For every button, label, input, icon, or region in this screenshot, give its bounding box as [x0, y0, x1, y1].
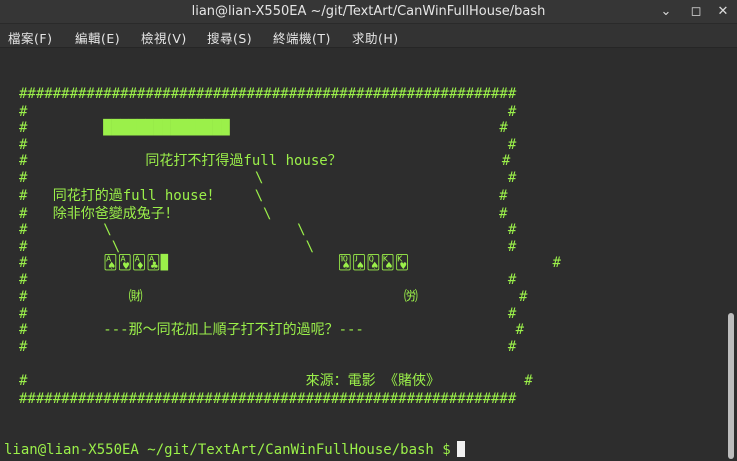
shell-prompt[interactable]: lian@lian-X550EA ~/git/TextArt/CanWinFul…	[4, 441, 465, 459]
menu-edit[interactable]: 編輯(E)	[75, 28, 120, 47]
menu-view[interactable]: 檢視(V)	[141, 28, 187, 47]
art-line: # 來源：電影 《賭俠》 #	[19, 373, 533, 389]
art-line: ########################################…	[19, 391, 517, 407]
prompt-text: lian@lian-X550EA ~/git/TextArt/CanWinFul…	[4, 442, 451, 458]
art-line: # #	[19, 339, 517, 355]
menu-bar: 檔案(F) 編輯(E) 檢視(V) 搜尋(S) 終端機(T) 求助(H)	[0, 24, 737, 48]
text-cursor	[456, 441, 465, 457]
menu-search[interactable]: 搜尋(S)	[207, 28, 252, 47]
terminal-output[interactable]: ########################################…	[0, 49, 726, 461]
menu-file[interactable]: 檔案(F)	[8, 28, 52, 47]
art-line: # 同花打的過full house！ \ #	[19, 188, 508, 204]
menu-terminal[interactable]: 終端機(T)	[273, 28, 331, 47]
scrollbar[interactable]	[726, 49, 736, 461]
close-button[interactable]: ✕	[714, 3, 732, 21]
art-line: # ███████████████ #	[19, 120, 508, 136]
minimize-button[interactable]: ⌄	[657, 3, 675, 21]
art-line: # #	[19, 272, 517, 288]
maximize-button[interactable]: ◻	[687, 3, 705, 21]
terminal-window: lian@lian-X550EA ~/git/TextArt/CanWinFul…	[0, 0, 737, 461]
art-line: # 同花打不打得過full house？ #	[19, 153, 511, 169]
menu-help[interactable]: 求助(H)	[352, 28, 399, 47]
scrollbar-thumb[interactable]	[728, 313, 734, 459]
title-bar[interactable]: lian@lian-X550EA ~/git/TextArt/CanWinFul…	[0, 0, 737, 24]
art-line: # ---那～同花加上順子打不打的過呢？--- #	[19, 322, 525, 338]
window-title: lian@lian-X550EA ~/git/TextArt/CanWinFul…	[191, 4, 546, 19]
art-line: # \ #	[19, 170, 517, 186]
art-line: # \ \ #	[19, 222, 517, 238]
art-line: ########################################…	[19, 86, 517, 102]
art-line: # 🂡🂱🃁🃑▉ 🂪🂫🂭🂮🂾 #	[19, 255, 561, 271]
art-line: # ㈶ ㈸ #	[19, 289, 528, 305]
